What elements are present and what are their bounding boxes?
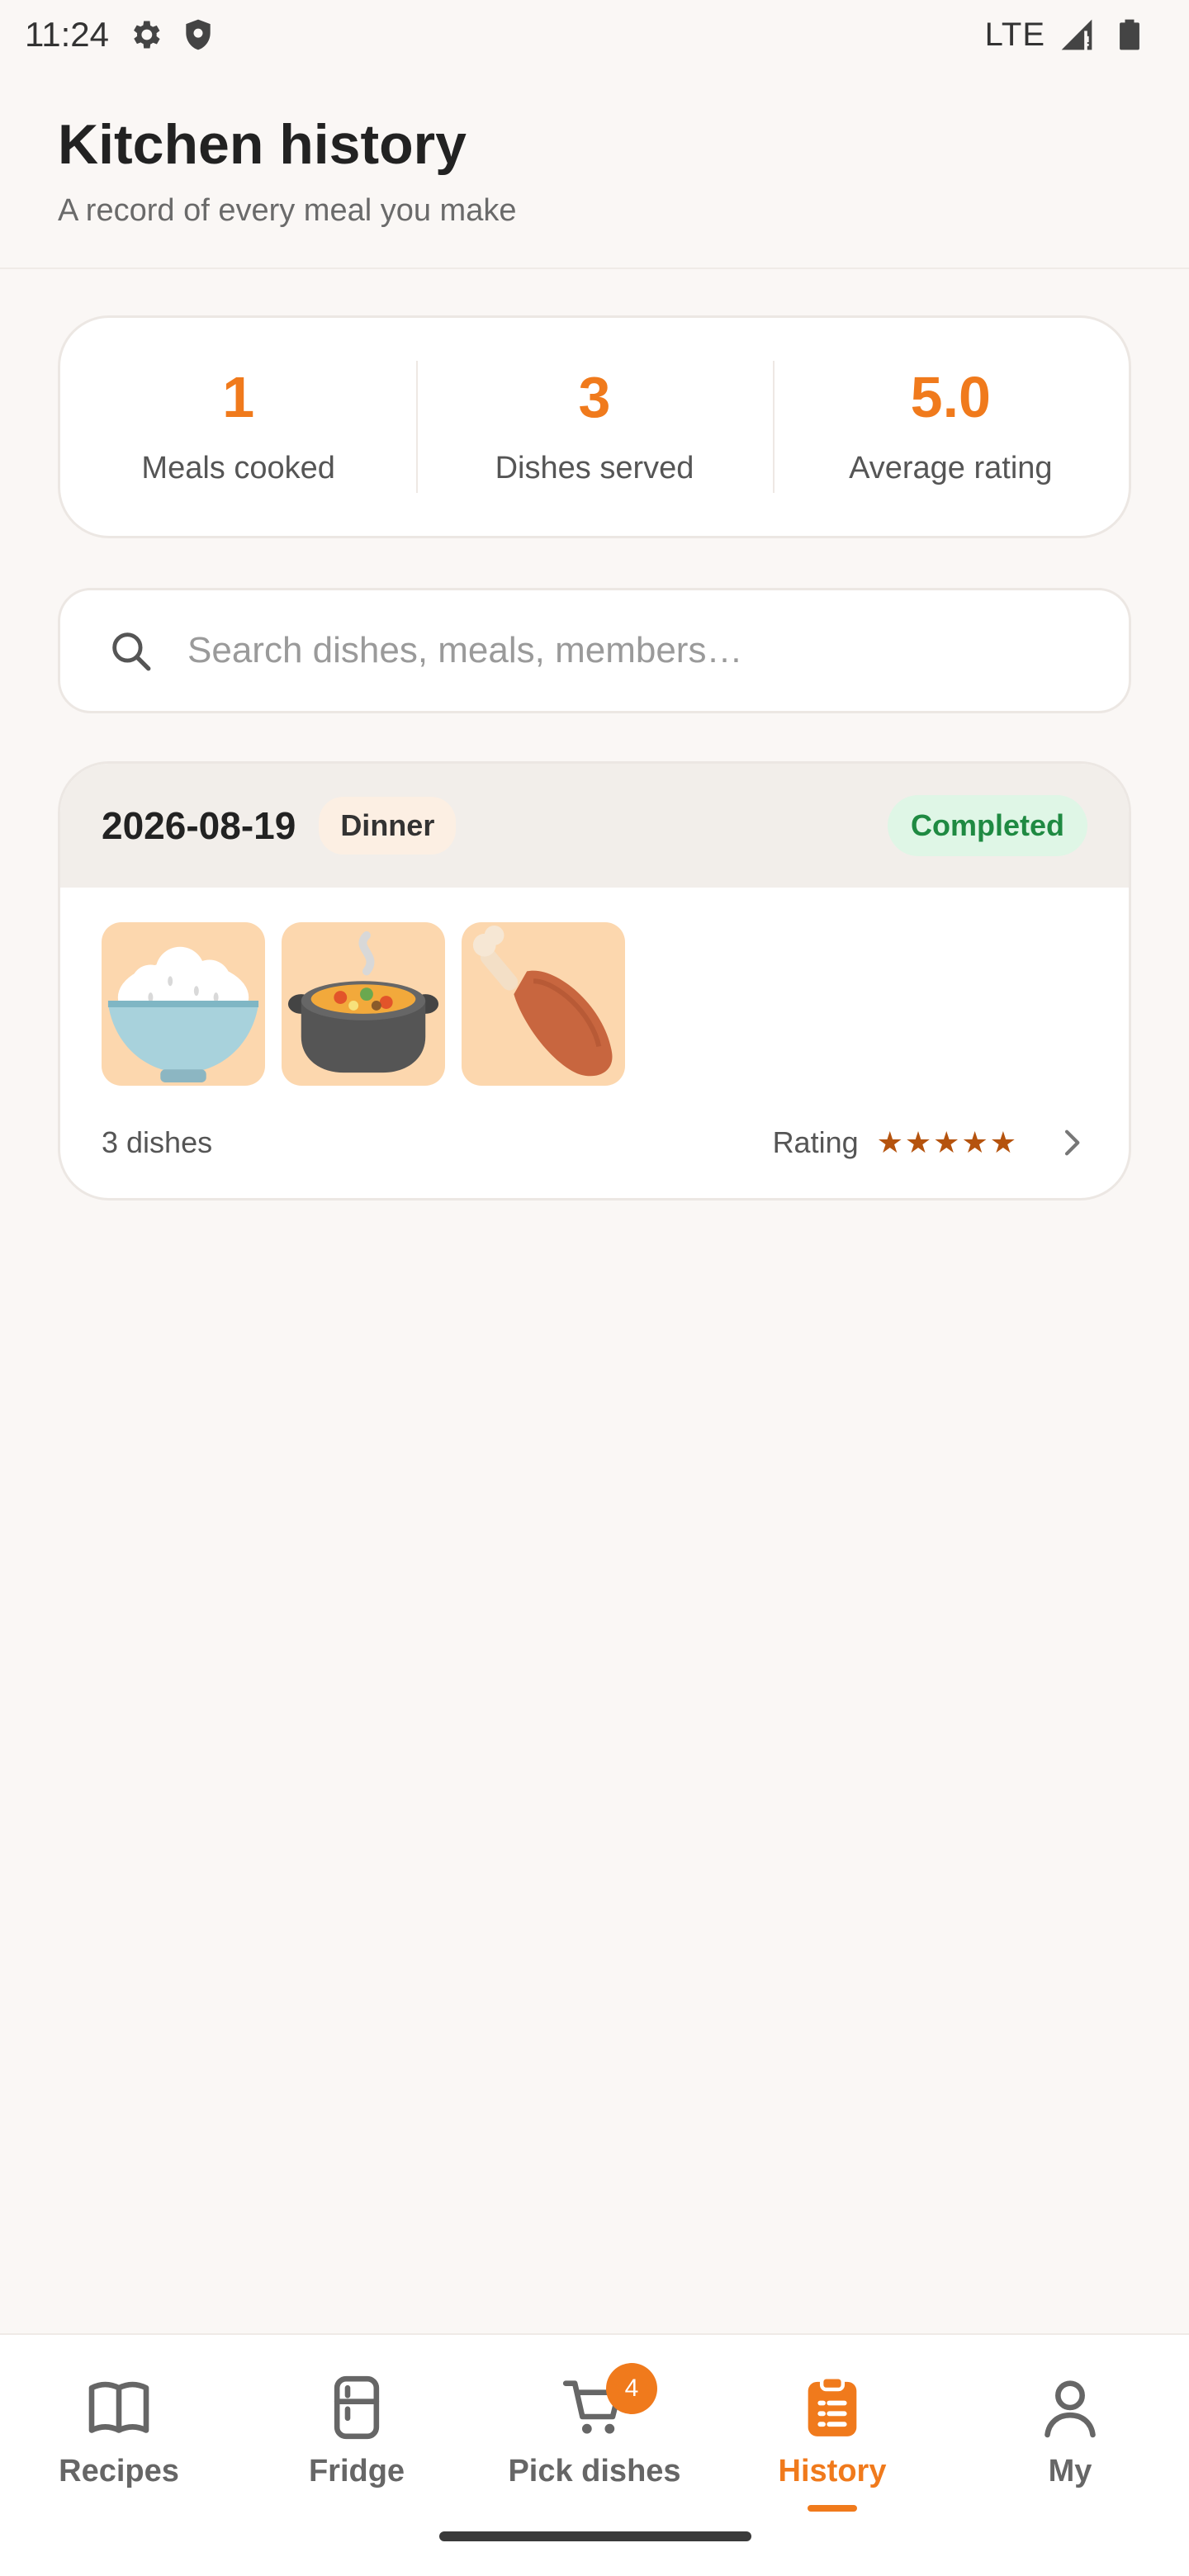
stat-meals-cooked: 1 Meals cooked (60, 361, 416, 493)
stat-average-rating: 5.0 Average rating (772, 361, 1129, 493)
person-icon (1045, 2380, 1096, 2438)
nav-label: History (778, 2454, 887, 2488)
nav-label: Fridge (308, 2454, 405, 2488)
nav-item-recipes[interactable]: Recipes (0, 2335, 238, 2517)
stat-label: Dishes served (495, 450, 694, 485)
book-icon (88, 2381, 149, 2433)
stat-value: 3 (578, 364, 611, 429)
network-type: LTE (984, 16, 1045, 53)
stat-value: 1 (222, 364, 255, 429)
search-input[interactable] (187, 630, 1096, 671)
dish-count: 3 dishes (102, 1125, 213, 1159)
rice-bowl-icon (107, 946, 259, 1083)
stat-label: Meals cooked (141, 450, 335, 485)
rating-label: Rating (772, 1125, 859, 1159)
dish-thumbnail (102, 922, 265, 1086)
cart-count-badge: 4 (606, 2363, 657, 2414)
stat-dishes-served: 3 Dishes served (416, 361, 772, 493)
search-icon (112, 632, 151, 671)
settings-icon (134, 21, 160, 49)
page-subtitle: A record of every meal you make (58, 193, 517, 228)
meal-card-footer: 3 dishes Rating ★★★★★ (60, 1125, 1129, 1160)
stew-pot-icon (287, 930, 439, 1073)
app-screen: 11:24 LTE Kitchen history A record of ev… (0, 0, 1189, 2576)
nav-item-my[interactable]: My (951, 2335, 1189, 2517)
page-header: Kitchen history A record of every meal y… (0, 69, 1189, 269)
nav-label: Pick dishes (508, 2454, 681, 2488)
clipboard-icon (808, 2375, 857, 2436)
dish-thumbnail (282, 922, 445, 1086)
meal-type-badge: Dinner (319, 797, 457, 855)
meal-rating: Rating ★★★★★ (773, 1125, 1087, 1160)
page-title: Kitchen history (58, 113, 467, 176)
fridge-icon (334, 2375, 380, 2440)
rating-stars: ★★★★★ (876, 1125, 1018, 1159)
nav-item-history[interactable]: History (713, 2335, 951, 2517)
meal-card-header: 2026-08-19 Dinner Completed (60, 764, 1129, 888)
chevron-right-icon[interactable] (1054, 1126, 1087, 1159)
status-badge: Completed (887, 795, 1087, 856)
nav-item-pick-dishes[interactable]: 4 Pick dishes (476, 2335, 713, 2517)
status-time: 11:24 (25, 15, 109, 54)
shield-icon (186, 19, 211, 50)
status-bar: 11:24 LTE (0, 0, 1189, 69)
nav-label: My (1048, 2454, 1092, 2488)
signal-icon (1061, 19, 1092, 50)
stat-label: Average rating (849, 450, 1053, 485)
meal-date: 2026-08-19 (102, 804, 296, 847)
nav-item-fridge[interactable]: Fridge (238, 2335, 476, 2517)
status-right: LTE (985, 17, 1164, 54)
meal-card[interactable]: 2026-08-19 Dinner Completed 3 dishes Rat… (58, 761, 1131, 1200)
search-bar[interactable] (58, 588, 1131, 713)
stat-value: 5.0 (910, 364, 991, 429)
battery-icon (1120, 19, 1139, 50)
chicken-leg-icon (472, 925, 613, 1077)
home-indicator[interactable] (439, 2531, 751, 2541)
dish-thumbnails (60, 888, 1129, 1086)
stats-card: 1 Meals cooked 3 Dishes served 5.0 Avera… (58, 315, 1131, 538)
dish-thumbnail (462, 922, 625, 1086)
nav-label: Recipes (59, 2454, 179, 2488)
